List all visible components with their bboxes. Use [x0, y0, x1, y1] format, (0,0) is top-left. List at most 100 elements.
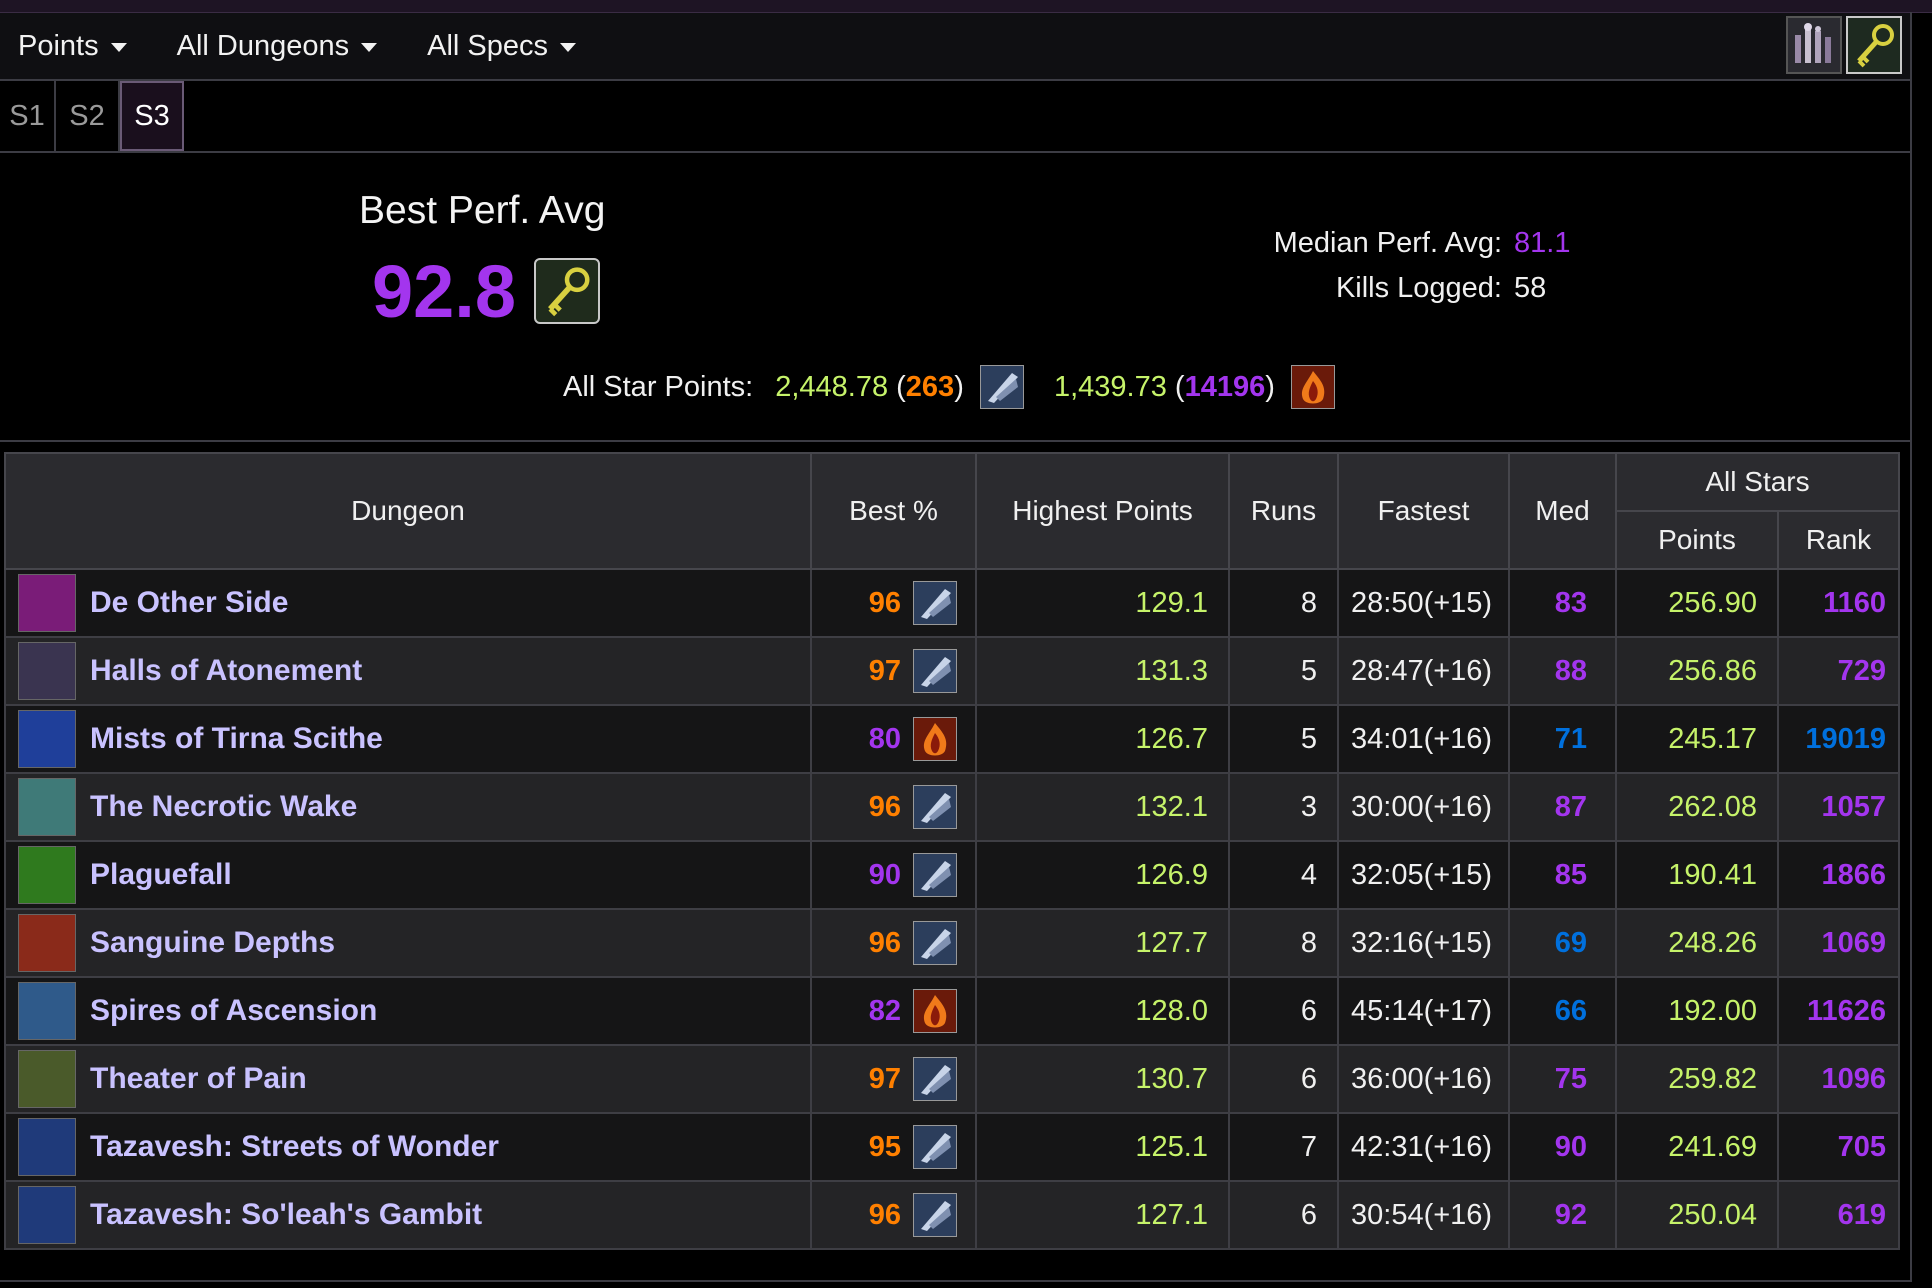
all-star-points-cell: 250.04: [1615, 1180, 1779, 1250]
highest-points: 130.7: [975, 1044, 1230, 1114]
all-star-points-cell: 245.17: [1615, 704, 1779, 774]
table-row[interactable]: Halls of Atonement 97 131.3 5 28:47(+16) 88 25…: [4, 636, 1900, 706]
best-percent: 95: [868, 1130, 901, 1163]
all-star-points: All Star Points: 2,448.78 (263) 1,439.73…: [563, 363, 1336, 411]
dungeon-name-link[interactable]: Theater of Pain: [90, 1062, 307, 1096]
table-row[interactable]: De Other Side 96 129.1 8 28:50(+15) 83 256.90 1…: [4, 568, 1900, 638]
best-cell: 90: [810, 840, 977, 910]
chevron-down-icon: [560, 43, 576, 52]
metric-dropdown[interactable]: Points: [18, 30, 127, 63]
highest-points: 126.7: [975, 704, 1230, 774]
dungeon-cell: Tazavesh: So'leah's Gambit: [4, 1180, 812, 1250]
best-cell: 96: [810, 568, 977, 638]
dungeon-name-link[interactable]: Spires of Ascension: [90, 994, 377, 1028]
dungeon-name-link[interactable]: Halls of Atonement: [90, 654, 362, 688]
header-dungeon[interactable]: Dungeon: [4, 452, 812, 570]
median-percent: 75: [1508, 1044, 1617, 1114]
blade-spec-icon: [913, 921, 957, 965]
fastest-time[interactable]: 42:31(+16): [1337, 1112, 1510, 1182]
header-points[interactable]: Points: [1615, 510, 1779, 570]
table-row[interactable]: Mists of Tirna Scithe 80 126.7 5 34:01(+16) 7…: [4, 704, 1900, 774]
tab-s1[interactable]: S1: [0, 81, 56, 151]
dungeon-name-link[interactable]: De Other Side: [90, 586, 288, 620]
dungeon-name-link[interactable]: Mists of Tirna Scithe: [90, 722, 383, 756]
spec2-all-star-points: 1,439.73: [1053, 370, 1167, 403]
fastest-time[interactable]: 30:54(+16): [1337, 1180, 1510, 1250]
dungeon-dropdown[interactable]: All Dungeons: [177, 30, 378, 63]
best-percent: 96: [868, 586, 901, 619]
kills-logged-label: Kills Logged:: [1335, 272, 1502, 304]
table-row[interactable]: Spires of Ascension 82 128.0 6 45:14(+17) 66 1…: [4, 976, 1900, 1046]
all-star-points-cell: 259.82: [1615, 1044, 1779, 1114]
header-runs[interactable]: Runs: [1228, 452, 1339, 570]
dungeon-icon: [18, 1050, 76, 1108]
median-percent: 69: [1508, 908, 1617, 978]
highest-points: 128.0: [975, 976, 1230, 1046]
header-med[interactable]: Med: [1508, 452, 1617, 570]
blade-spec-icon[interactable]: [979, 365, 1024, 409]
blade-spec-icon: [913, 785, 957, 829]
header-fastest[interactable]: Fastest: [1337, 452, 1510, 570]
highest-points: 127.7: [975, 908, 1230, 978]
dungeon-icon: [18, 1186, 76, 1244]
dungeon-cell: Mists of Tirna Scithe: [4, 704, 812, 774]
fastest-time[interactable]: 32:16(+15): [1337, 908, 1510, 978]
median-perf-label: Median Perf. Avg:: [1273, 227, 1502, 259]
dungeon-name-link[interactable]: Tazavesh: Streets of Wonder: [90, 1130, 499, 1164]
fastest-time[interactable]: 34:01(+16): [1337, 704, 1510, 774]
dungeon-name-link[interactable]: Plaguefall: [90, 858, 232, 892]
mythic-keystone-icon[interactable]: [1846, 16, 1902, 74]
window-top-strip: [0, 0, 1932, 13]
runs-count: 5: [1228, 704, 1339, 774]
blade-spec-icon: [913, 1125, 957, 1169]
best-percent: 90: [868, 858, 901, 891]
spec-dropdown[interactable]: All Specs: [427, 30, 576, 63]
best-percent: 97: [868, 1062, 901, 1095]
table-row[interactable]: The Necrotic Wake 96 132.1 3 30:00(+16) 87 262…: [4, 772, 1900, 842]
fastest-time[interactable]: 32:05(+15): [1337, 840, 1510, 910]
panel-border: [1910, 12, 1912, 1282]
fastest-time[interactable]: 36:00(+16): [1337, 1044, 1510, 1114]
blade-spec-icon: [913, 581, 957, 625]
dungeon-name-link[interactable]: Sanguine Depths: [90, 926, 335, 960]
all-star-rank-cell: 19019: [1777, 704, 1900, 774]
dungeon-cell: Tazavesh: Streets of Wonder: [4, 1112, 812, 1182]
chevron-down-icon: [361, 43, 378, 52]
best-cell: 97: [810, 1044, 977, 1114]
dungeon-icon: [18, 914, 76, 972]
dungeon-name-link[interactable]: Tazavesh: So'leah's Gambit: [90, 1198, 482, 1232]
dungeon-name-link[interactable]: The Necrotic Wake: [90, 790, 357, 824]
fastest-time[interactable]: 28:47(+16): [1337, 636, 1510, 706]
best-cell: 80: [810, 704, 977, 774]
table-row[interactable]: Tazavesh: Streets of Wonder 95 125.1 7 42:31…: [4, 1112, 1900, 1182]
best-perf-title: Best Perf. Avg: [359, 189, 606, 232]
runs-count: 6: [1228, 1044, 1339, 1114]
fire-spec-icon[interactable]: [1291, 365, 1336, 409]
table-row[interactable]: Theater of Pain 97 130.7 6 36:00(+16) 75 259.8…: [4, 1044, 1900, 1114]
dungeon-icon: [18, 574, 76, 632]
median-perf-value: 81.1: [1514, 227, 1571, 259]
best-percent: 80: [868, 722, 901, 755]
fastest-time[interactable]: 28:50(+15): [1337, 568, 1510, 638]
table-row[interactable]: Sanguine Depths 96 127.7 8 32:16(+15) 69 248.2…: [4, 908, 1900, 978]
table-row[interactable]: Tazavesh: So'leah's Gambit 96 127.1 6 30:54(…: [4, 1180, 1900, 1250]
mythic-keystone-icon: [534, 258, 600, 324]
fastest-time[interactable]: 30:00(+16): [1337, 772, 1510, 842]
header-best[interactable]: Best %: [810, 452, 977, 570]
dungeon-icon: [18, 710, 76, 768]
dungeon-table: Dungeon Best % Highest Points Runs Faste…: [4, 452, 1900, 1250]
header-highest-points[interactable]: Highest Points: [975, 452, 1230, 570]
runs-count: 6: [1228, 1180, 1339, 1250]
character-spec-icon[interactable]: [1786, 16, 1842, 74]
all-star-rank-cell: 619: [1777, 1180, 1900, 1250]
median-percent: 90: [1508, 1112, 1617, 1182]
dungeon-cell: The Necrotic Wake: [4, 772, 812, 842]
tab-s3[interactable]: S3: [120, 81, 184, 151]
header-rank[interactable]: Rank: [1777, 510, 1900, 570]
runs-count: 3: [1228, 772, 1339, 842]
fastest-time[interactable]: 45:14(+17): [1337, 976, 1510, 1046]
tab-s2[interactable]: S2: [56, 81, 120, 151]
header-all-stars: All Stars: [1615, 452, 1900, 512]
summary-stats: Median Perf. Avg: 81.1 Kills Logged: 58: [1180, 221, 1571, 311]
table-row[interactable]: Plaguefall 90 126.9 4 32:05(+15) 85 190.41 1866: [4, 840, 1900, 910]
